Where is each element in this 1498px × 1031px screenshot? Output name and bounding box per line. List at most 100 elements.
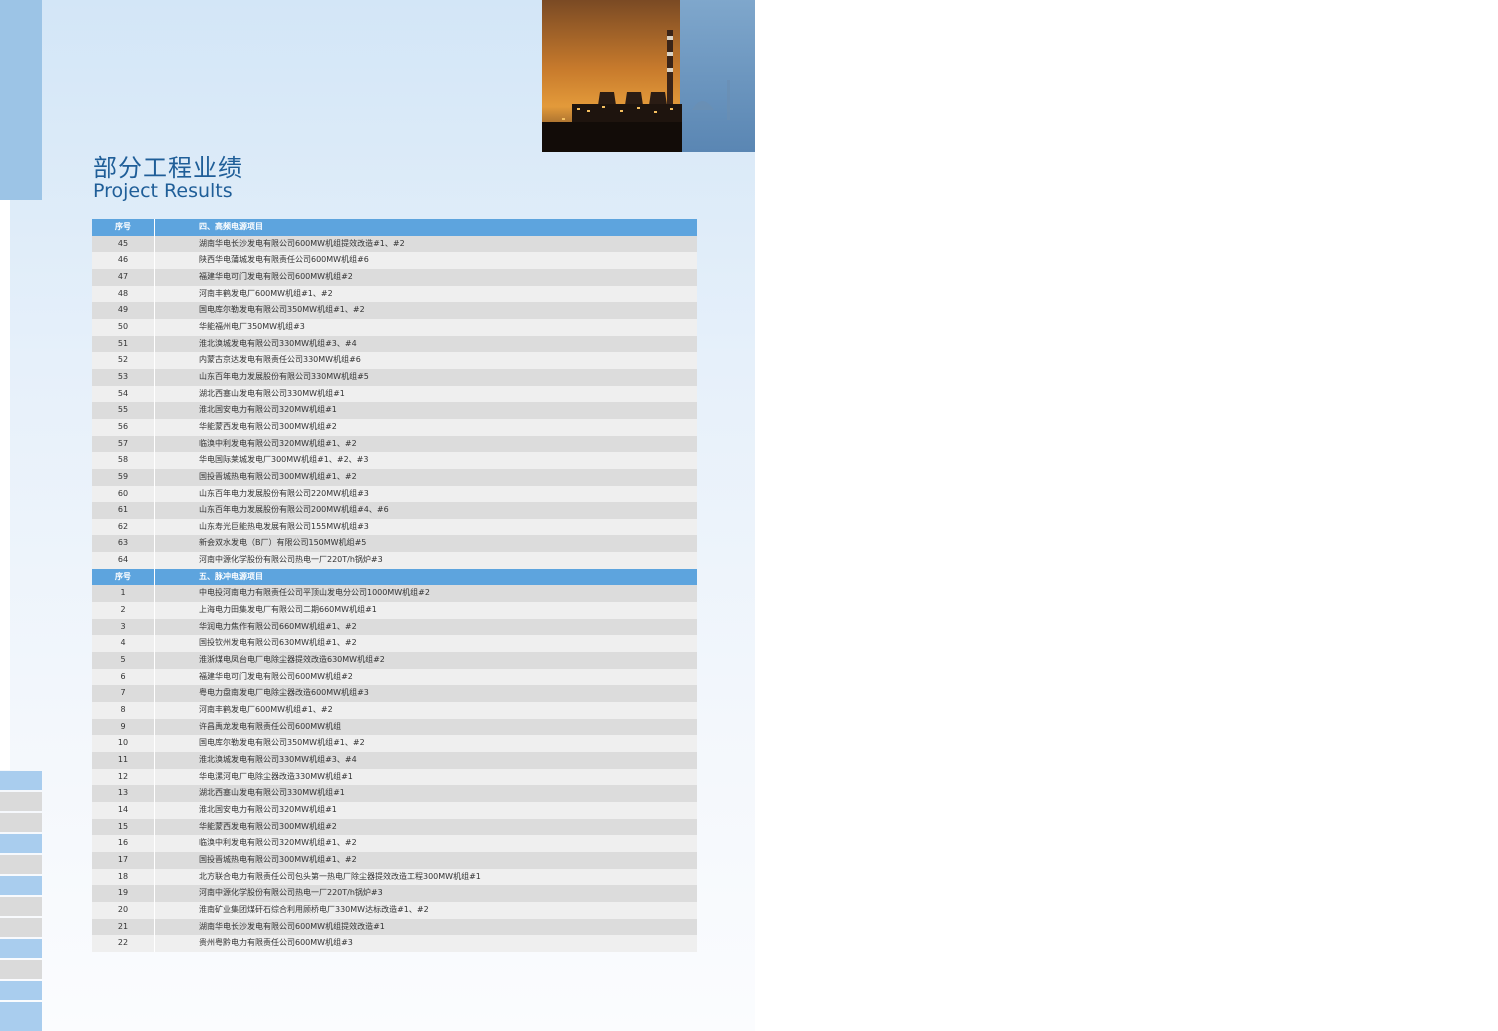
table-row: 18 北方联合电力有限责任公司包头第一热电厂除尘器提效改造工程300MW机组#1 bbox=[92, 868, 697, 886]
project-name: 淮浙煤电凤台电厂电除尘器提效改造630MW机组#2 bbox=[199, 655, 385, 665]
table-row: 15 华能蒙西发电有限公司300MW机组#2 bbox=[92, 818, 697, 836]
table-row: 45 湖南华电长沙发电有限公司600MW机组提效改造#1、#2 bbox=[92, 235, 697, 253]
project-name: 湖南华电长沙发电有限公司600MW机组提效改造#1、#2 bbox=[199, 238, 405, 248]
side-tab bbox=[0, 792, 42, 811]
table-row: 58 华电国际莱城发电厂300MW机组#1、#2、#3 bbox=[92, 452, 697, 469]
row-number: 10 bbox=[92, 735, 155, 752]
table-row: 16 临涣中利发电有限公司320MW机组#1、#2 bbox=[92, 835, 697, 852]
row-number: 1 bbox=[92, 585, 155, 603]
row-number: 52 bbox=[92, 352, 155, 369]
table-row: 62 山东寿光巨能热电发展有限公司155MW机组#3 bbox=[92, 518, 697, 536]
table-row: 56 华能蒙西发电有限公司300MW机组#2 bbox=[92, 418, 697, 436]
table-row: 1 中电投河南电力有限责任公司平顶山发电分公司1000MW机组#2 bbox=[92, 585, 697, 603]
project-name: 淮北国安电力有限公司320MW机组#1 bbox=[199, 405, 337, 415]
page-title-cn: 部分工程业绩 bbox=[93, 154, 243, 182]
table-row: 12 华电漯河电厂电除尘器改造330MW机组#1 bbox=[92, 768, 697, 786]
project-name: 淮南矿业集团煤矸石综合利用顾桥电厂330MW达标改造#1、#2 bbox=[199, 904, 429, 914]
project-name: 山东百年电力发展股份有限公司220MW机组#3 bbox=[199, 488, 369, 498]
project-name: 福建华电可门发电有限公司600MW机组#2 bbox=[199, 271, 353, 281]
row-number: 18 bbox=[92, 868, 155, 886]
row-number: 51 bbox=[92, 335, 155, 353]
row-number: 46 bbox=[92, 252, 155, 269]
row-number: 14 bbox=[92, 801, 155, 819]
row-number: 57 bbox=[92, 435, 155, 453]
side-tab bbox=[0, 1002, 42, 1031]
row-number: 48 bbox=[92, 285, 155, 303]
project-name: 国投晋城热电有限公司300MW机组#1、#2 bbox=[199, 854, 357, 864]
section-header-title: 五、脉冲电源项目 bbox=[199, 571, 263, 581]
table-row: 3 华润电力焦作有限公司660MW机组#1、#2 bbox=[92, 618, 697, 636]
project-name: 华能蒙西发电有限公司300MW机组#2 bbox=[199, 821, 337, 831]
table-row: 63 新会双水发电（B厂）有限公司150MW机组#5 bbox=[92, 535, 697, 553]
side-tab bbox=[0, 897, 42, 916]
table-row: 22 贵州粤黔电力有限责任公司600MW机组#3 bbox=[92, 935, 697, 952]
project-name: 临涣中利发电有限公司320MW机组#1、#2 bbox=[199, 438, 357, 448]
table-row: 17 国投晋城热电有限公司300MW机组#1、#2 bbox=[92, 851, 697, 869]
row-number: 55 bbox=[92, 402, 155, 419]
project-name: 淮北涣城发电有限公司330MW机组#3、#4 bbox=[199, 755, 357, 764]
table-row: 52 内蒙古京达发电有限责任公司330MW机组#6 bbox=[92, 352, 697, 369]
project-name: 国投钦州发电有限公司630MW机组#1、#2 bbox=[199, 638, 357, 648]
brochure-page: 部分工程业绩 Project Results 序号 四、高频电源项目 45 湖南华电长… bbox=[0, 0, 755, 1031]
project-name: 淮北国安电力有限公司320MW机组#1 bbox=[199, 804, 337, 814]
left-accent-strip bbox=[0, 0, 42, 200]
table-row: 57 临涣中利发电有限公司320MW机组#1、#2 bbox=[92, 435, 697, 453]
side-tab bbox=[0, 855, 42, 874]
row-number: 15 bbox=[92, 818, 155, 836]
table-row: 50 华能福州电厂350MW机组#3 bbox=[92, 318, 697, 336]
side-tab bbox=[0, 960, 42, 979]
table-row: 2 上海电力田集发电厂有限公司二期660MW机组#1 bbox=[92, 602, 697, 619]
table-row: 21 湖南华电长沙发电有限公司600MW机组提效改造#1 bbox=[92, 918, 697, 936]
table-row: 14 淮北国安电力有限公司320MW机组#1 bbox=[92, 801, 697, 819]
section-header: 序号 四、高频电源项目 bbox=[92, 219, 697, 236]
left-margin-band bbox=[0, 200, 10, 770]
project-name: 粤电力盘南发电厂电除尘器改造600MW机组#3 bbox=[199, 688, 369, 698]
project-name: 陕西华电蒲城发电有限责任公司600MW机组#6 bbox=[199, 255, 369, 265]
row-number: 5 bbox=[92, 652, 155, 669]
section-header-title: 四、高频电源项目 bbox=[199, 222, 263, 231]
table-row: 55 淮北国安电力有限公司320MW机组#1 bbox=[92, 402, 697, 419]
section-header-num: 序号 bbox=[92, 219, 155, 236]
project-name: 山东寿光巨能热电发展有限公司155MW机组#3 bbox=[199, 521, 369, 531]
project-name: 华能蒙西发电有限公司300MW机组#2 bbox=[199, 421, 337, 431]
row-number: 59 bbox=[92, 468, 155, 486]
table-row: 13 湖北西塞山发电有限公司330MW机组#1 bbox=[92, 785, 697, 802]
table-row: 4 国投钦州发电有限公司630MW机组#1、#2 bbox=[92, 635, 697, 653]
project-name: 湖南华电长沙发电有限公司600MW机组提效改造#1 bbox=[199, 921, 385, 931]
row-number: 62 bbox=[92, 518, 155, 536]
row-number: 11 bbox=[92, 752, 155, 769]
project-name: 湖北西塞山发电有限公司330MW机组#1 bbox=[199, 788, 345, 798]
row-number: 8 bbox=[92, 702, 155, 719]
project-name: 河南丰鹤发电厂600MW机组#1、#2 bbox=[199, 705, 333, 715]
project-name: 临涣中利发电有限公司320MW机组#1、#2 bbox=[199, 838, 357, 848]
project-name: 河南丰鹤发电厂600MW机组#1、#2 bbox=[199, 288, 333, 298]
project-name: 国电库尔勒发电有限公司350MW机组#1、#2 bbox=[199, 738, 365, 748]
row-number: 54 bbox=[92, 385, 155, 403]
project-name: 河南中源化学股份有限公司热电一厂220T/h锅炉#3 bbox=[199, 888, 383, 898]
project-name: 国电库尔勒发电有限公司350MW机组#1、#2 bbox=[199, 305, 365, 315]
project-name: 国投晋城热电有限公司300MW机组#1、#2 bbox=[199, 471, 357, 481]
table-row: 5 淮浙煤电凤台电厂电除尘器提效改造630MW机组#2 bbox=[92, 652, 697, 669]
row-number: 47 bbox=[92, 268, 155, 286]
row-number: 45 bbox=[92, 235, 155, 253]
project-name: 河南中源化学股份有限公司热电一厂220T/h锅炉#3 bbox=[199, 555, 383, 565]
side-tab bbox=[0, 834, 42, 853]
project-name: 许昌禹龙发电有限责任公司600MW机组 bbox=[199, 721, 342, 731]
row-number: 61 bbox=[92, 502, 155, 519]
table-row: 19 河南中源化学股份有限公司热电一厂220T/h锅炉#3 bbox=[92, 885, 697, 902]
project-name: 上海电力田集发电厂有限公司二期660MW机组#1 bbox=[199, 605, 377, 615]
table-row: 64 河南中源化学股份有限公司热电一厂220T/h锅炉#3 bbox=[92, 552, 697, 569]
project-name: 湖北西塞山发电有限公司330MW机组#1 bbox=[199, 388, 345, 398]
row-number: 60 bbox=[92, 485, 155, 503]
row-number: 20 bbox=[92, 901, 155, 919]
table-row: 47 福建华电可门发电有限公司600MW机组#2 bbox=[92, 268, 697, 286]
row-number: 17 bbox=[92, 851, 155, 869]
project-name: 北方联合电力有限责任公司包头第一热电厂除尘器提效改造工程300MW机组#1 bbox=[199, 871, 481, 881]
project-name: 华电国际莱城发电厂300MW机组#1、#2、#3 bbox=[199, 455, 369, 465]
table-row: 49 国电库尔勒发电有限公司350MW机组#1、#2 bbox=[92, 302, 697, 319]
row-number: 58 bbox=[92, 452, 155, 469]
table-row: 8 河南丰鹤发电厂600MW机组#1、#2 bbox=[92, 702, 697, 719]
power-plant-photo bbox=[542, 0, 755, 152]
row-number: 4 bbox=[92, 635, 155, 653]
table-row: 7 粤电力盘南发电厂电除尘器改造600MW机组#3 bbox=[92, 685, 697, 703]
